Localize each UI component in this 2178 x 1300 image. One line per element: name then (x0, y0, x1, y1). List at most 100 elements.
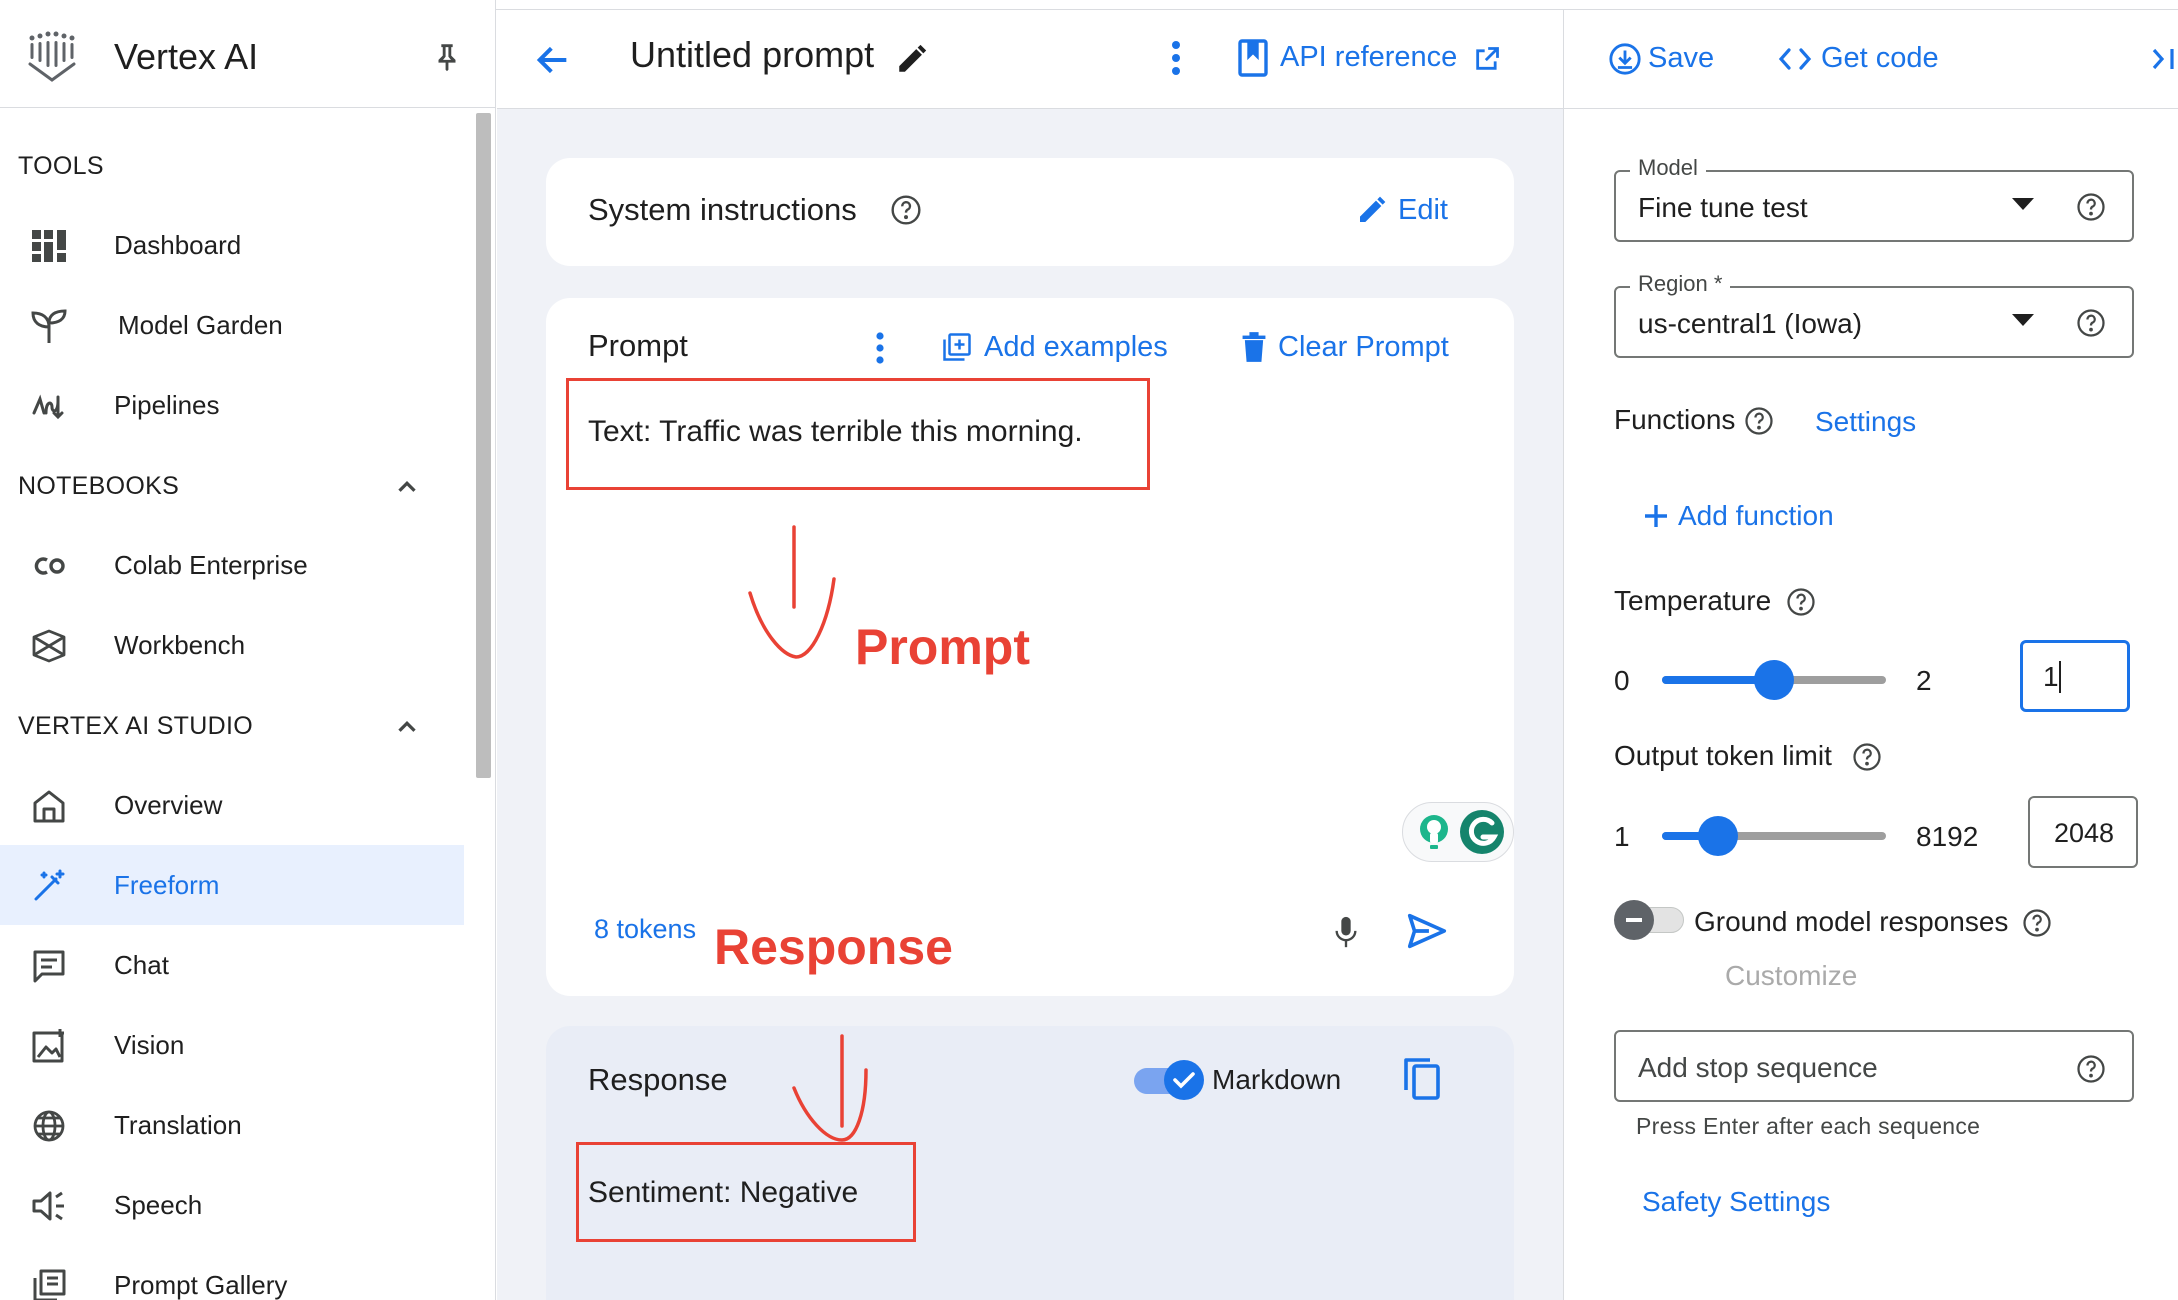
sidebar-item-label: Vision (114, 1029, 185, 1060)
help-icon[interactable] (1786, 587, 1816, 617)
section-title-notebooks: NOTEBOOKS (18, 472, 180, 500)
sidebar-scrollbar[interactable] (476, 113, 491, 778)
dashboard-icon (30, 227, 68, 265)
markdown-label: Markdown (1212, 1064, 1342, 1095)
workbench-icon (30, 627, 68, 665)
back-arrow-icon[interactable] (533, 40, 573, 80)
help-icon[interactable] (2076, 308, 2106, 338)
chevron-up-icon[interactable] (392, 472, 422, 502)
sidebar-item-speech[interactable]: Speech (0, 1165, 464, 1245)
temperature-label: Temperature (1614, 585, 1772, 616)
sidebar-item-label: Colab Enterprise (114, 549, 308, 580)
temperature-max: 2 (1916, 665, 1932, 696)
magic-wand-icon (30, 867, 68, 905)
sidebar-item-workbench[interactable]: Workbench (0, 605, 464, 685)
help-icon[interactable] (1744, 406, 1774, 436)
settings-header: Save Get code (1564, 10, 2178, 109)
pin-icon[interactable] (430, 40, 464, 74)
system-instructions-title: System instructions (588, 192, 857, 227)
more-vert-icon[interactable] (874, 330, 886, 366)
edit-system-instructions-button[interactable]: Edit (1398, 194, 1448, 227)
model-value: Fine tune test (1638, 192, 1808, 223)
save-button[interactable]: Save (1648, 42, 1714, 75)
output-token-slider-thumb[interactable] (1698, 816, 1738, 856)
sidebar-item-colab-enterprise[interactable]: Colab Enterprise (0, 525, 464, 605)
lightbulb-icon (1413, 811, 1455, 853)
sidebar-item-vision[interactable]: Vision (0, 1005, 464, 1085)
edit-pencil-icon[interactable] (895, 42, 929, 76)
grammarly-widget[interactable] (1402, 802, 1514, 862)
edit-icon (1356, 194, 1388, 226)
sidebar-item-label: Pipelines (114, 389, 220, 420)
chat-icon (30, 947, 68, 985)
region-value: us-central1 (Iowa) (1638, 308, 1863, 339)
sidebar-item-label: Dashboard (114, 229, 242, 260)
more-vert-icon[interactable] (1169, 38, 1183, 78)
sidebar-item-overview[interactable]: Overview (0, 765, 464, 845)
region-label: Region * (1630, 271, 1731, 297)
microphone-icon[interactable] (1332, 914, 1360, 950)
send-icon[interactable] (1404, 908, 1450, 954)
sidebar-item-label: Workbench (114, 629, 246, 660)
output-token-slider-track[interactable] (1662, 816, 1886, 856)
ground-responses-label: Ground model responses (1694, 906, 2009, 937)
help-icon[interactable] (2076, 1054, 2106, 1084)
ground-responses-toggle[interactable] (1614, 900, 1688, 940)
copy-icon[interactable] (1402, 1056, 1442, 1102)
get-code-button[interactable]: Get code (1821, 42, 1939, 75)
temperature-slider-thumb[interactable] (1754, 660, 1794, 700)
section-title-vertex-ai-studio: VERTEX AI STUDIO (18, 712, 253, 740)
functions-settings-link[interactable]: Settings (1815, 406, 1916, 438)
app-title: Vertex AI (114, 36, 259, 77)
help-icon[interactable] (890, 194, 922, 226)
image-icon (30, 1027, 68, 1065)
collapse-panel-icon[interactable] (2148, 44, 2178, 74)
prompt-header: Untitled prompt API reference (497, 10, 1563, 109)
model-label: Model (1630, 155, 1706, 181)
stop-sequence-input[interactable]: Add stop sequence (1614, 1030, 2134, 1102)
api-reference-link[interactable]: API reference (1280, 41, 1457, 74)
response-card-title: Response (588, 1062, 728, 1097)
sidebar-item-label: Freeform (114, 869, 220, 900)
sidebar-item-dashboard[interactable]: Dashboard (0, 205, 464, 285)
open-in-new-icon[interactable] (1473, 45, 1501, 73)
markdown-toggle[interactable] (1134, 1060, 1204, 1100)
output-token-input[interactable]: 2048 (2028, 796, 2138, 868)
toggle-off-icon (1614, 900, 1654, 940)
temperature-input[interactable]: 1 (2020, 640, 2130, 712)
sidebar-item-chat[interactable]: Chat (0, 925, 464, 1005)
globe-icon (30, 1107, 68, 1145)
safety-settings-link[interactable]: Safety Settings (1642, 1186, 1830, 1218)
speaker-icon (30, 1187, 68, 1225)
text-cursor (2059, 661, 2061, 693)
add-examples-icon (942, 332, 972, 362)
output-token-limit-label: Output token limit (1614, 740, 1832, 771)
plus-icon (1642, 502, 1670, 530)
temperature-min: 0 (1614, 665, 1630, 696)
add-function-button[interactable]: Add function (1678, 500, 1834, 532)
help-icon[interactable] (2076, 192, 2106, 222)
help-icon[interactable] (1852, 742, 1882, 772)
sidebar-header: Vertex AI (0, 10, 496, 108)
book-icon (1237, 38, 1269, 78)
prompt-text[interactable]: Text: Traffic was terrible this morning. (588, 415, 1083, 449)
add-examples-button[interactable]: Add examples (984, 331, 1168, 364)
grammarly-icon (1459, 809, 1505, 855)
sidebar: Vertex AI TOOLS Dashboard Model Garden P… (0, 0, 496, 1300)
dropdown-arrow-icon (2012, 198, 2034, 212)
sidebar-item-model-garden[interactable]: Model Garden (0, 285, 464, 365)
sidebar-item-label: Overview (114, 789, 223, 820)
vertex-ai-logo-icon (26, 30, 78, 86)
sidebar-item-translation[interactable]: Translation (0, 1085, 464, 1165)
pipelines-icon (30, 387, 68, 425)
code-icon (1778, 44, 1812, 74)
clear-prompt-button[interactable]: Clear Prompt (1278, 331, 1449, 364)
functions-label: Functions (1614, 404, 1736, 435)
prompt-title[interactable]: Untitled prompt (630, 34, 874, 76)
chevron-up-icon[interactable] (392, 712, 422, 742)
help-icon[interactable] (2022, 908, 2052, 938)
sidebar-item-pipelines[interactable]: Pipelines (0, 365, 464, 445)
sidebar-item-freeform[interactable]: Freeform (0, 845, 464, 925)
temperature-slider-track[interactable] (1662, 660, 1886, 700)
sidebar-item-prompt-gallery[interactable]: Prompt Gallery (0, 1245, 464, 1300)
